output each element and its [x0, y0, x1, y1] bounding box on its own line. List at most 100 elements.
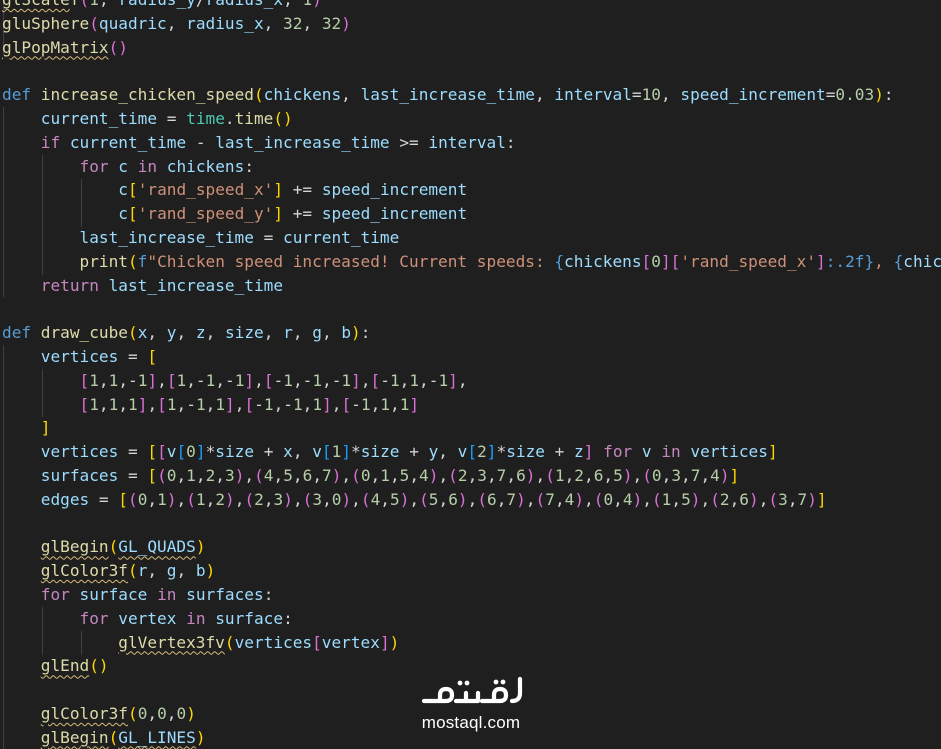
code-token: draw_cube: [40, 323, 128, 343]
code-token: 32: [283, 13, 303, 33]
code-token: {: [893, 251, 904, 271]
code-token: 1: [89, 370, 99, 390]
code-line[interactable]: last_increase_time = current_time: [2, 226, 941, 250]
code-token: surface: [79, 584, 148, 604]
code-line[interactable]: [1,1,-1],[1,-1,-1],[-1,-1,-1],[-1,1,-1],: [2, 369, 941, 393]
code-token: ]: [322, 394, 332, 414]
code-token: (: [128, 489, 138, 509]
code-token: surface: [215, 608, 284, 628]
code-token: 1: [283, 370, 293, 390]
code-token: [: [147, 346, 158, 366]
code-line[interactable]: vertices = [: [2, 345, 941, 369]
code-line[interactable]: ]: [2, 416, 941, 440]
code-token: [: [370, 370, 381, 390]
code-token: 5: [428, 489, 439, 509]
code-token: +: [544, 442, 575, 462]
code-token: ,: [671, 489, 682, 509]
code-line[interactable]: def draw_cube(x, y, z, size, r, g, b):: [2, 321, 941, 345]
code-token: >=: [389, 132, 429, 152]
code-line[interactable]: def increase_chicken_speed(chickens, las…: [2, 83, 941, 107]
code-token: ]: [273, 204, 284, 224]
code-token: ,: [535, 465, 546, 485]
code-token: ,: [874, 251, 894, 271]
code-token: ,: [99, 0, 118, 9]
code-line[interactable]: edges = [(0,1),(1,2),(2,3),(3,0),(4,5),(…: [2, 488, 941, 512]
code-token: (: [127, 561, 138, 581]
code-line[interactable]: for c in chickens:: [2, 155, 941, 179]
code-line[interactable]: glPopMatrix(): [2, 36, 941, 60]
code-token: ,-: [419, 370, 439, 390]
code-line[interactable]: [2, 59, 941, 83]
code-line[interactable]: if current_time - last_increase_time >= …: [2, 131, 941, 155]
code-token: vertex: [321, 632, 380, 652]
code-token: :: [244, 156, 255, 176]
code-editor[interactable]: glScalef(1, radius_y/radius_x, 1)gluSphe…: [0, 0, 941, 749]
code-token: in: [137, 156, 158, 176]
code-line[interactable]: gluSphere(quadric, radius_x, 32, 32): [2, 12, 941, 36]
code-token: 0: [186, 442, 196, 462]
code-line[interactable]: vertices = [[v[0]*size + x, v[1]*size + …: [2, 440, 941, 464]
code-lines[interactable]: glScalef(1, radius_y/radius_x, 1)gluSphe…: [2, 0, 941, 749]
code-token: glColor3f: [40, 561, 128, 581]
code-token: ]: [40, 418, 51, 438]
code-token: =: [631, 85, 642, 105]
code-token: ,: [166, 13, 187, 33]
code-token: g: [312, 323, 322, 343]
code-line[interactable]: c['rand_speed_x'] += speed_increment: [2, 178, 941, 202]
code-token: chick: [903, 251, 941, 271]
code-token: size: [506, 442, 545, 462]
code-token: -: [273, 370, 284, 390]
code-token: (: [535, 489, 546, 509]
code-token: (: [651, 489, 662, 509]
code-token: speed_increment: [321, 180, 468, 200]
code-token: .: [224, 108, 235, 128]
code-token: (: [545, 465, 555, 485]
code-token: ]: [137, 394, 148, 414]
code-token: 0.03: [835, 85, 875, 105]
code-token: ,: [98, 394, 109, 414]
code-line[interactable]: c['rand_speed_y'] += speed_increment: [2, 202, 941, 226]
code-token: ,: [467, 489, 478, 509]
code-line[interactable]: glBegin(GL_QUADS): [2, 535, 941, 559]
code-token: 3: [671, 465, 682, 485]
code-token: ,: [554, 489, 565, 509]
code-token: GL_QUADS: [118, 537, 196, 557]
code-token: 5: [613, 465, 623, 485]
code-line[interactable]: glScalef(1, radius_y/radius_x, 1): [2, 0, 941, 12]
code-token: ,-: [292, 370, 313, 390]
code-token: 6: [302, 465, 313, 485]
code-line[interactable]: glColor3f(r, g, b): [2, 559, 941, 583]
code-token: ,: [157, 370, 167, 390]
code-token: ,: [321, 323, 342, 343]
code-line[interactable]: current_time = time.time(): [2, 107, 941, 131]
code-token: ,: [660, 85, 681, 105]
code-token: 6: [448, 489, 458, 509]
code-line[interactable]: [1,1,1],[1,-1,1],[-1,-1,1],[-1,1,1]: [2, 393, 941, 417]
code-line[interactable]: print(f"Chicken speed increased! Current…: [2, 250, 941, 274]
code-token: ,: [263, 323, 284, 343]
code-token: ,-: [322, 370, 342, 390]
code-token: (: [80, 0, 90, 9]
code-token: [: [263, 370, 274, 390]
code-token: 1: [166, 394, 177, 414]
code-token: y: [428, 442, 439, 462]
code-line[interactable]: return last_increase_time: [2, 274, 941, 298]
code-token: 5: [681, 489, 691, 509]
code-token: ,: [389, 394, 400, 414]
code-token: 'rand_speed_x': [137, 180, 274, 200]
code-token: ): [874, 85, 884, 105]
code-token: 1: [215, 394, 226, 414]
code-line[interactable]: [2, 512, 941, 536]
code-line[interactable]: surfaces = [(0,1,2,3),(4,5,6,7),(0,1,5,4…: [2, 464, 941, 488]
code-line[interactable]: for surface in surfaces:: [2, 583, 941, 607]
code-line[interactable]: for vertex in surface:: [2, 607, 941, 631]
code-line[interactable]: [2, 297, 941, 321]
code-line[interactable]: glVertex3fv(vertices[vertex]): [2, 631, 941, 655]
code-token: 1: [89, 394, 99, 414]
